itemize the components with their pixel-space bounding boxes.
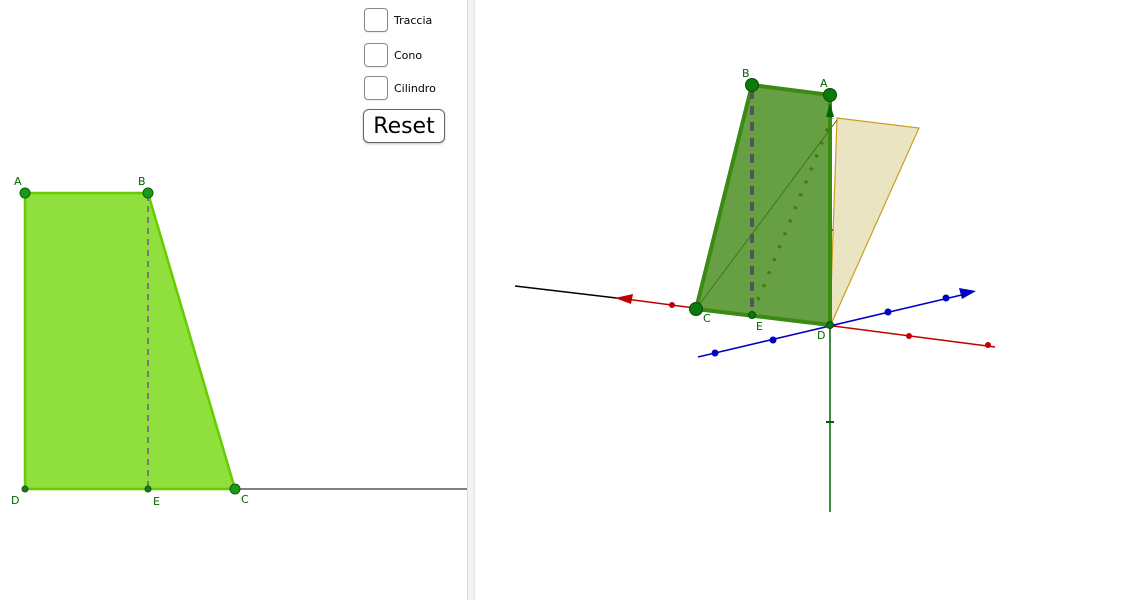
y-axis-tick (942, 294, 950, 302)
x-axis-tick (669, 302, 675, 308)
point-d[interactable] (21, 485, 29, 493)
x-axis-arrow (615, 294, 633, 304)
point-b-3d[interactable] (745, 78, 759, 92)
checkbox-traccia-label[interactable]: Traccia (394, 14, 432, 27)
point-c-3d[interactable] (689, 302, 703, 316)
label-d: D (11, 494, 19, 507)
point-a[interactable] (19, 187, 31, 199)
label-c-3d: C (703, 312, 711, 325)
label-b-3d: B (742, 67, 750, 80)
checkbox-cono[interactable]: Cono (364, 42, 422, 68)
x-axis-tick (906, 333, 912, 339)
checkbox-cilindro-label[interactable]: Cilindro (394, 82, 436, 95)
point-e-3d[interactable] (748, 311, 756, 319)
y-axis-tick (711, 349, 719, 357)
checkbox-traccia[interactable]: Traccia (364, 7, 432, 33)
trapezoid-3d[interactable] (693, 82, 832, 328)
y-axis-tick (884, 308, 892, 316)
checkbox-cono-label[interactable]: Cono (394, 49, 422, 62)
graphics-3d-canvas[interactable]: B A C E D (475, 0, 1147, 600)
rotation-plane (829, 117, 920, 323)
checkbox-cilindro-box[interactable] (364, 76, 388, 100)
label-d-3d: D (817, 329, 825, 342)
reset-button[interactable]: Reset (363, 109, 445, 143)
label-a-3d: A (820, 77, 828, 90)
checkbox-cilindro[interactable]: Cilindro (364, 75, 436, 101)
label-b: B (138, 175, 146, 188)
graphics-view-3d[interactable]: B A C E D (475, 0, 1147, 600)
label-e: E (153, 495, 160, 508)
point-b[interactable] (142, 187, 154, 199)
view-divider[interactable] (467, 0, 475, 600)
label-e-3d: E (756, 320, 763, 333)
checkbox-cono-box[interactable] (364, 43, 388, 67)
y-axis-arrow (959, 288, 976, 299)
geogebra-app: A B C D E Traccia Cono Cilindro Reset B … (0, 0, 1147, 600)
y-axis-tick (769, 336, 777, 344)
label-a: A (14, 175, 22, 188)
trapezoid-polygon[interactable] (23, 191, 237, 491)
x-axis-tick (985, 342, 991, 348)
point-e[interactable] (144, 485, 152, 493)
point-d-3d[interactable] (826, 321, 834, 329)
graphics-view-2d[interactable]: A B C D E Traccia Cono Cilindro Reset (0, 0, 467, 600)
point-a-3d[interactable] (823, 88, 837, 102)
point-c[interactable] (229, 483, 241, 495)
axis-extension-line (514, 285, 626, 300)
label-c: C (241, 493, 249, 506)
checkbox-traccia-box[interactable] (364, 8, 388, 32)
